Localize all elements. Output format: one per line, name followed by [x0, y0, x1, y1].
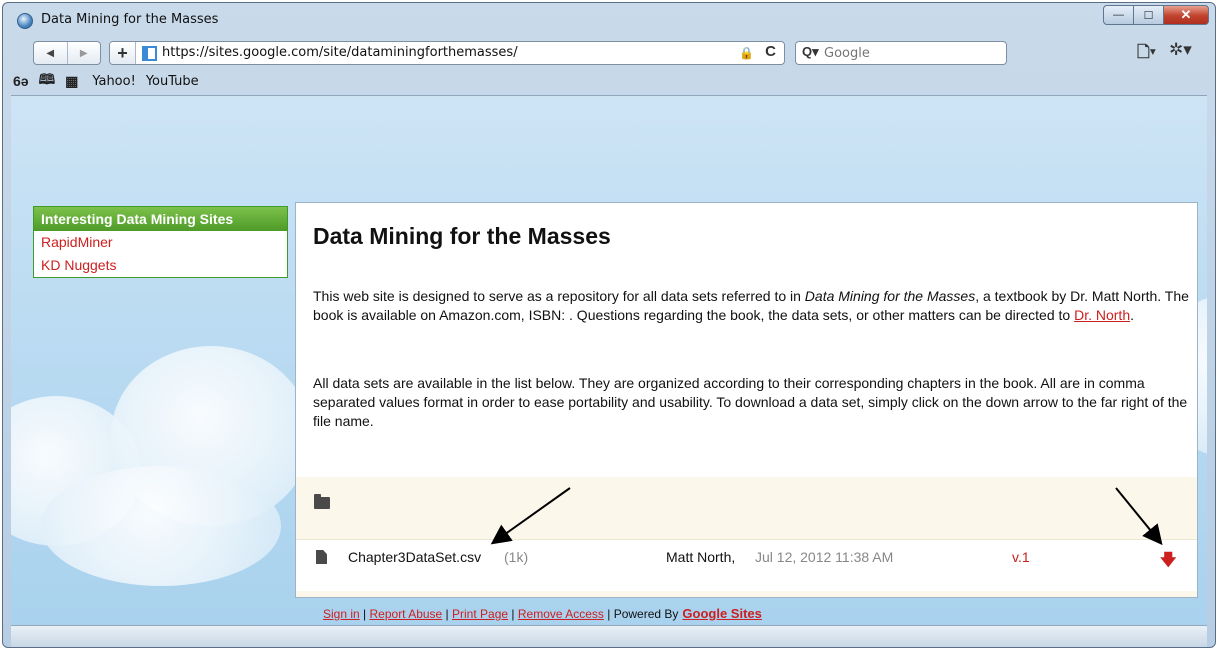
lock-icon[interactable]: 🔒: [739, 46, 754, 60]
intro-text-c: .: [1130, 307, 1134, 323]
file-date: Jul 12, 2012 11:38 AM: [755, 549, 894, 565]
sidebar-link-rapidminer[interactable]: RapidMiner: [34, 231, 287, 254]
powered-by-text: Powered By: [613, 607, 679, 621]
file-icon: [316, 550, 327, 564]
download-arrow-icon[interactable]: 🡇: [1160, 549, 1176, 576]
page-favicon-icon: [142, 46, 157, 61]
address-bar[interactable]: + https://sites.google.com/site/datamini…: [109, 41, 785, 65]
forward-button[interactable]: ▶: [66, 42, 101, 64]
page-title: Data Mining for the Masses: [313, 223, 611, 249]
browser-globe-icon: [17, 13, 33, 29]
search-icon[interactable]: Q▾: [802, 44, 819, 60]
search-input[interactable]: [824, 44, 1000, 62]
file-name[interactable]: Chapter3DataSet.csv: [348, 549, 481, 565]
sign-in-link[interactable]: Sign in: [323, 607, 360, 621]
site-footer: Sign in | Report Abuse | Print Page | Re…: [323, 606, 762, 621]
close-button[interactable]: ✕: [1163, 5, 1209, 25]
datasets-paragraph: All data sets are available in the list …: [313, 375, 1188, 429]
sidebar-title: Interesting Data Mining Sites: [34, 207, 287, 231]
nav-buttons: ◀ ▶: [33, 41, 101, 65]
url-text[interactable]: https://sites.google.com/site/datamining…: [162, 45, 518, 60]
sidebar-link-kd-nuggets[interactable]: KD Nuggets: [34, 254, 287, 277]
status-bar: [11, 625, 1207, 647]
print-page-link[interactable]: Print Page: [452, 607, 508, 621]
main-content: Data Mining for the Masses This web site…: [295, 202, 1198, 598]
top-sites-grid-icon[interactable]: ▦: [65, 73, 78, 90]
settings-gear-icon[interactable]: ✲▾: [1169, 40, 1192, 60]
file-size: (1k): [504, 549, 529, 565]
back-button[interactable]: ◀: [34, 42, 67, 64]
background-cloud: [41, 466, 281, 586]
browser-toolbar: ◀ ▶ + https://sites.google.com/site/data…: [11, 37, 1207, 95]
intro-text-a: This web site is designed to serve as a …: [313, 288, 805, 304]
book-title-italic: Data Mining for the Masses: [804, 288, 976, 304]
bookmark-youtube[interactable]: YouTube: [146, 74, 199, 89]
remove-access-link[interactable]: Remove Access: [518, 607, 604, 621]
minimize-button[interactable]: —: [1103, 5, 1133, 25]
window-controls: — ☐ ✕: [1103, 5, 1209, 25]
reader-glasses-icon[interactable]: 6ə: [13, 73, 29, 89]
add-bookmark-button[interactable]: +: [110, 42, 136, 64]
file-row: Chapter3DataSet.csv (1k) Matt North, Jul…: [296, 539, 1197, 591]
page-menu-button[interactable]: 🗋▾: [1137, 41, 1156, 68]
bookmarks-book-icon[interactable]: 🕮: [39, 69, 56, 93]
maximize-button[interactable]: ☐: [1133, 5, 1163, 25]
dr-north-link[interactable]: Dr. North: [1074, 307, 1130, 323]
search-box: Q▾: [795, 41, 1007, 65]
footer-separator: |: [442, 607, 453, 621]
file-cabinet: Chapter3DataSet.csv (1k) Matt North, Jul…: [296, 477, 1197, 597]
folder-icon[interactable]: [314, 494, 330, 509]
bookmark-yahoo[interactable]: Yahoo!: [92, 74, 135, 89]
intro-paragraph: This web site is designed to serve as a …: [313, 287, 1193, 325]
sidebar-links-box: Interesting Data Mining Sites RapidMiner…: [33, 206, 288, 278]
google-sites-link[interactable]: Google Sites: [682, 606, 761, 621]
bookmarks-bar: 6ə 🕮 ▦ Yahoo! YouTube: [11, 71, 199, 91]
window-title: Data Mining for the Masses: [41, 12, 219, 27]
title-bar: Data Mining for the Masses — ☐ ✕: [3, 3, 1215, 37]
report-abuse-link[interactable]: Report Abuse: [370, 607, 443, 621]
footer-separator: |: [603, 607, 614, 621]
page-viewport: Interesting Data Mining Sites RapidMiner…: [11, 95, 1207, 625]
file-author: Matt North,: [666, 549, 736, 565]
file-version-link[interactable]: v.1: [1012, 549, 1030, 565]
footer-separator: |: [508, 607, 518, 621]
footer-separator: |: [359, 607, 370, 621]
reload-button[interactable]: C: [765, 43, 776, 60]
browser-window: Data Mining for the Masses — ☐ ✕ ◀ ▶ + h…: [2, 2, 1216, 648]
